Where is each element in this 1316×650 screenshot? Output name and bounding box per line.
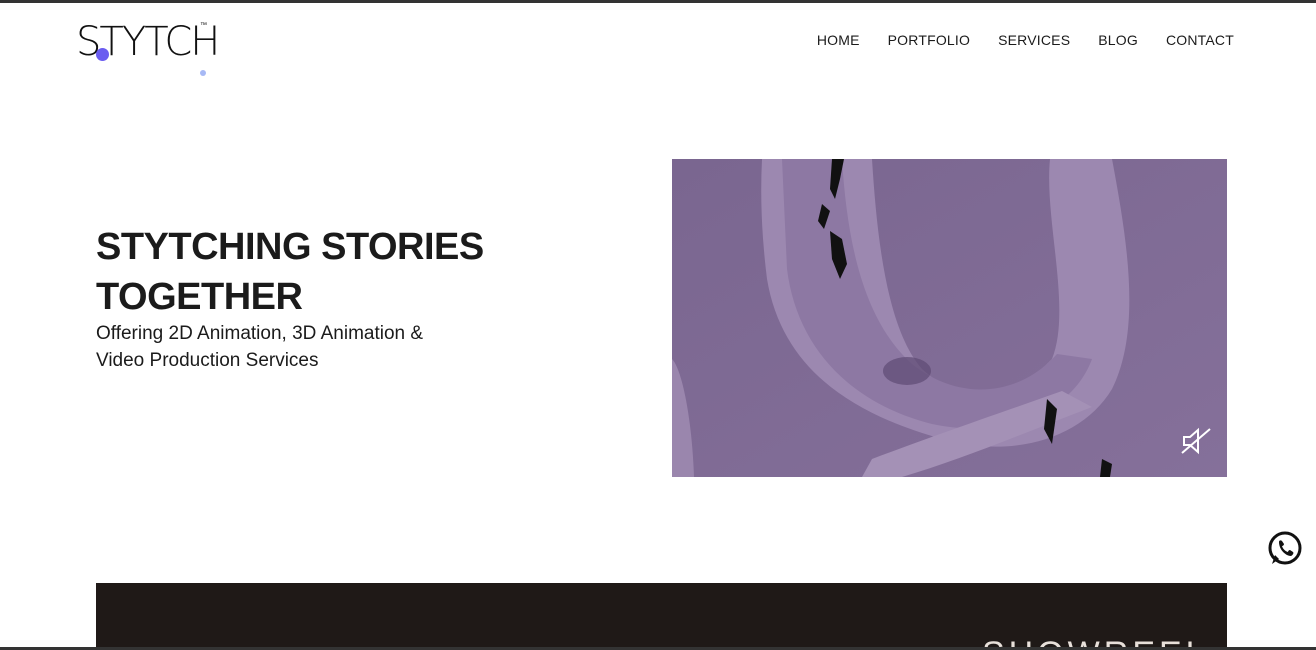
- nav-contact[interactable]: CONTACT: [1166, 32, 1234, 48]
- nav-blog[interactable]: BLOG: [1098, 32, 1138, 48]
- hero-video[interactable]: [672, 159, 1227, 477]
- hero-subtitle: Offering 2D Animation, 3D Animation & Vi…: [96, 323, 424, 371]
- hero-title: STYTCHING STORIES TOGETHER: [96, 226, 484, 318]
- nav-services[interactable]: SERVICES: [998, 32, 1070, 48]
- video-frame-art: [672, 159, 1227, 477]
- main-nav: HOME PORTFOLIO SERVICES BLOG CONTACT: [817, 32, 1234, 48]
- nav-portfolio[interactable]: PORTFOLIO: [888, 32, 970, 48]
- whatsapp-icon[interactable]: [1266, 530, 1304, 568]
- nav-home[interactable]: HOME: [817, 32, 860, 48]
- logo-trademark: ™: [200, 22, 207, 29]
- mute-icon[interactable]: [1180, 426, 1212, 456]
- logo-dot-icon: [96, 48, 109, 61]
- top-border: [0, 0, 1316, 3]
- brand-logo[interactable]: STYTCH ™: [76, 20, 220, 82]
- showreel-banner[interactable]: SHOWREEL: [96, 583, 1227, 650]
- logo-small-dot-icon: [200, 70, 206, 76]
